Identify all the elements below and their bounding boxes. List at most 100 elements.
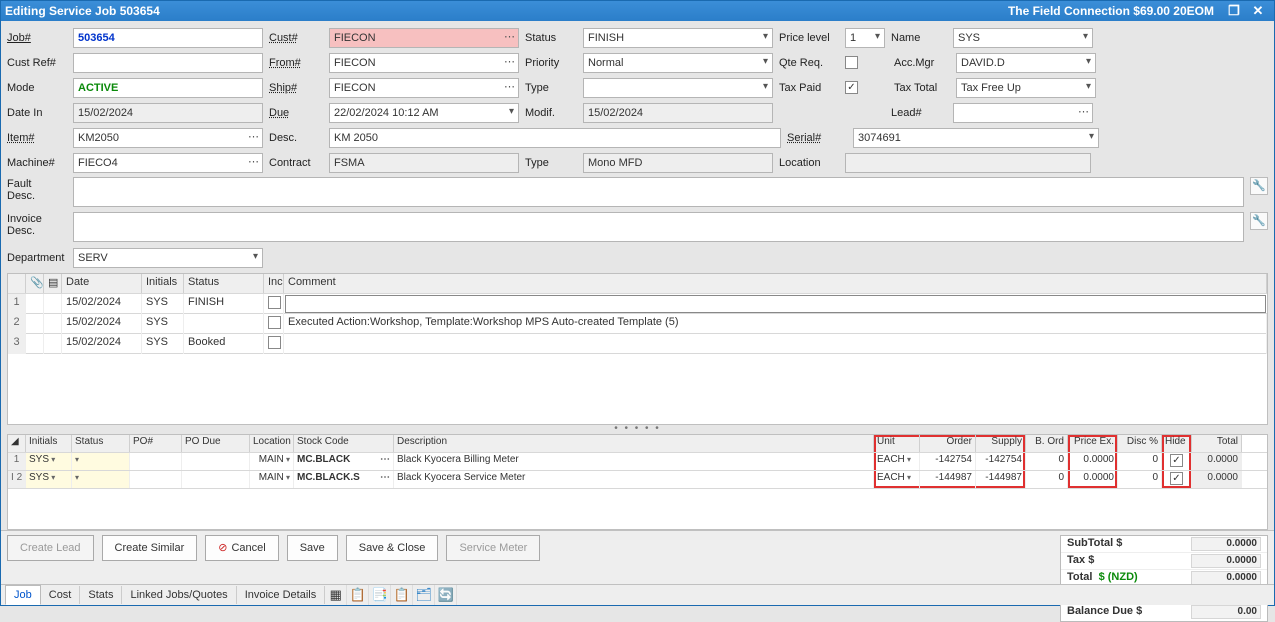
tabs-bar: Job Cost Stats Linked Jobs/Quotes Invoic…: [1, 584, 1274, 605]
lines-header-stock-code: Stock Code: [294, 435, 394, 452]
name-label: Name: [891, 32, 947, 44]
invoice-desc-field[interactable]: [73, 212, 1244, 242]
contract-label: Contract: [269, 157, 323, 169]
tab-stats[interactable]: Stats: [80, 586, 122, 604]
ship-no-label: Ship#: [269, 82, 323, 94]
tax-paid-label: Tax Paid: [779, 82, 839, 94]
history-header-flag-icon: ▤: [44, 274, 62, 293]
bottom-bar: Create Lead Create Similar ⊘Cancel Save …: [1, 530, 1274, 584]
type-label: Type: [525, 82, 577, 94]
window-title: Editing Service Job 503654: [5, 4, 160, 18]
lines-row[interactable]: I 2 SYS MAIN MC.BLACK.S ⋯ Black Kyocera …: [8, 471, 1267, 489]
create-similar-button[interactable]: Create Similar: [102, 535, 198, 561]
lines-header-po-due: PO Due: [182, 435, 250, 452]
lines-header-corner: ◢: [8, 435, 26, 452]
history-inc-checkbox[interactable]: [268, 336, 281, 349]
history-header-inc: Inc: [264, 274, 284, 293]
lead-no-label: Lead#: [891, 107, 947, 119]
due-field[interactable]: 22/02/2024 10:12 AM: [329, 103, 519, 123]
hide-checkbox[interactable]: ✓: [1170, 472, 1183, 485]
history-grid-header: 📎 ▤ Date Initials Status Inc Comment: [8, 274, 1267, 294]
save-close-button[interactable]: Save & Close: [346, 535, 439, 561]
tax-label: Tax $: [1067, 554, 1191, 568]
subtotal-value: 0.0000: [1191, 537, 1261, 551]
modif-label: Modif.: [525, 107, 577, 119]
price-level-label: Price level: [779, 32, 839, 44]
invoice-desc-label: Invoice Desc.: [7, 212, 67, 237]
grid-icon[interactable]: ▦: [325, 585, 347, 605]
type2-label: Type: [525, 157, 577, 169]
history-header-date: Date: [62, 274, 142, 293]
lines-header-order: Order: [920, 435, 976, 452]
status-field[interactable]: FINISH: [583, 28, 773, 48]
lines-header-supply: Supply: [976, 435, 1026, 452]
cust-ref-field[interactable]: [73, 53, 263, 73]
cust-no-field[interactable]: FIECON: [329, 28, 519, 48]
save-button[interactable]: Save: [287, 535, 338, 561]
history-inc-checkbox[interactable]: [268, 316, 281, 329]
desc-field[interactable]: KM 2050: [329, 128, 781, 148]
modif-field: 15/02/2024: [583, 103, 773, 123]
history-row[interactable]: 1 15/02/2024 SYS FINISH: [8, 294, 1267, 314]
machine-no-label: Machine#: [7, 157, 67, 169]
clipboard-red-icon[interactable]: 📋: [347, 585, 369, 605]
mode-field[interactable]: ACTIVE: [73, 78, 263, 98]
tab-cost[interactable]: Cost: [41, 586, 81, 604]
priority-label: Priority: [525, 57, 577, 69]
restore-icon[interactable]: ❐: [1222, 2, 1246, 20]
hide-checkbox[interactable]: ✓: [1170, 454, 1183, 467]
refresh-icon[interactable]: 🔄: [435, 585, 457, 605]
service-job-window: Editing Service Job 503654 The Field Con…: [0, 0, 1275, 606]
department-field[interactable]: SERV: [73, 248, 263, 268]
job-no-field[interactable]: 503654: [73, 28, 263, 48]
qte-req-checkbox[interactable]: [845, 56, 858, 69]
history-row[interactable]: 2 15/02/2024 SYS Executed Action:Worksho…: [8, 314, 1267, 334]
service-meter-button: Service Meter: [446, 535, 540, 561]
lines-header-price-ex: Price Ex.: [1068, 435, 1118, 452]
item-no-label: Item#: [7, 132, 67, 144]
fault-desc-edit-icon[interactable]: 🔧: [1250, 177, 1268, 195]
name-field[interactable]: SYS: [953, 28, 1093, 48]
date-in-field[interactable]: 15/02/2024: [73, 103, 263, 123]
titlebar-right-text: The Field Connection $69.00 20EOM: [1008, 4, 1214, 18]
subtotal-label: SubTotal $: [1067, 537, 1191, 551]
cancel-button[interactable]: ⊘Cancel: [205, 535, 278, 561]
machine-no-field[interactable]: FIECO4: [73, 153, 263, 173]
fault-desc-field[interactable]: [73, 177, 1244, 207]
tax-total-field[interactable]: Tax Free Up: [956, 78, 1096, 98]
copy-icon[interactable]: 📑: [369, 585, 391, 605]
type-field[interactable]: [583, 78, 773, 98]
splitter-handle-icon[interactable]: • • • • •: [1, 425, 1274, 434]
lines-header-unit: Unit: [874, 435, 920, 452]
balance-value: 0.00: [1191, 605, 1261, 619]
lines-header-po-no: PO#: [130, 435, 182, 452]
history-header-comment: Comment: [284, 274, 1267, 293]
close-icon[interactable]: ✕: [1246, 2, 1270, 20]
qte-req-label: Qte Req.: [779, 57, 839, 69]
tax-paid-checkbox[interactable]: ✓: [845, 81, 858, 94]
price-level-field[interactable]: 1: [845, 28, 885, 48]
lines-header-status: Status: [72, 435, 130, 452]
location-field: [845, 153, 1091, 173]
stack-icon[interactable]: 🗂: [413, 585, 435, 605]
tab-linked-jobs-quotes[interactable]: Linked Jobs/Quotes: [122, 586, 236, 604]
priority-field[interactable]: Normal: [583, 53, 773, 73]
ship-no-field[interactable]: FIECON: [329, 78, 519, 98]
tab-job[interactable]: Job: [5, 585, 41, 605]
acc-mgr-field[interactable]: DAVID.D: [956, 53, 1096, 73]
lines-header-initials: Initials: [26, 435, 72, 452]
clipboard-icon[interactable]: 📋: [391, 585, 413, 605]
serial-no-field[interactable]: 3074691: [853, 128, 1099, 148]
contract-field: FSMA: [329, 153, 519, 173]
totals-panel: SubTotal $0.0000 Tax $0.0000 Total $ (NZ…: [1060, 535, 1268, 622]
history-row[interactable]: 3 15/02/2024 SYS Booked: [8, 334, 1267, 354]
history-header-initials: Initials: [142, 274, 184, 293]
invoice-desc-edit-icon[interactable]: 🔧: [1250, 212, 1268, 230]
cancel-icon: ⊘: [218, 541, 227, 554]
lead-no-field[interactable]: [953, 103, 1093, 123]
history-inc-checkbox[interactable]: [268, 296, 281, 309]
tab-invoice-details[interactable]: Invoice Details: [237, 586, 326, 604]
lines-row[interactable]: 1 SYS MAIN MC.BLACK ⋯ Black Kyocera Bill…: [8, 453, 1267, 471]
from-no-field[interactable]: FIECON: [329, 53, 519, 73]
item-no-field[interactable]: KM2050: [73, 128, 263, 148]
